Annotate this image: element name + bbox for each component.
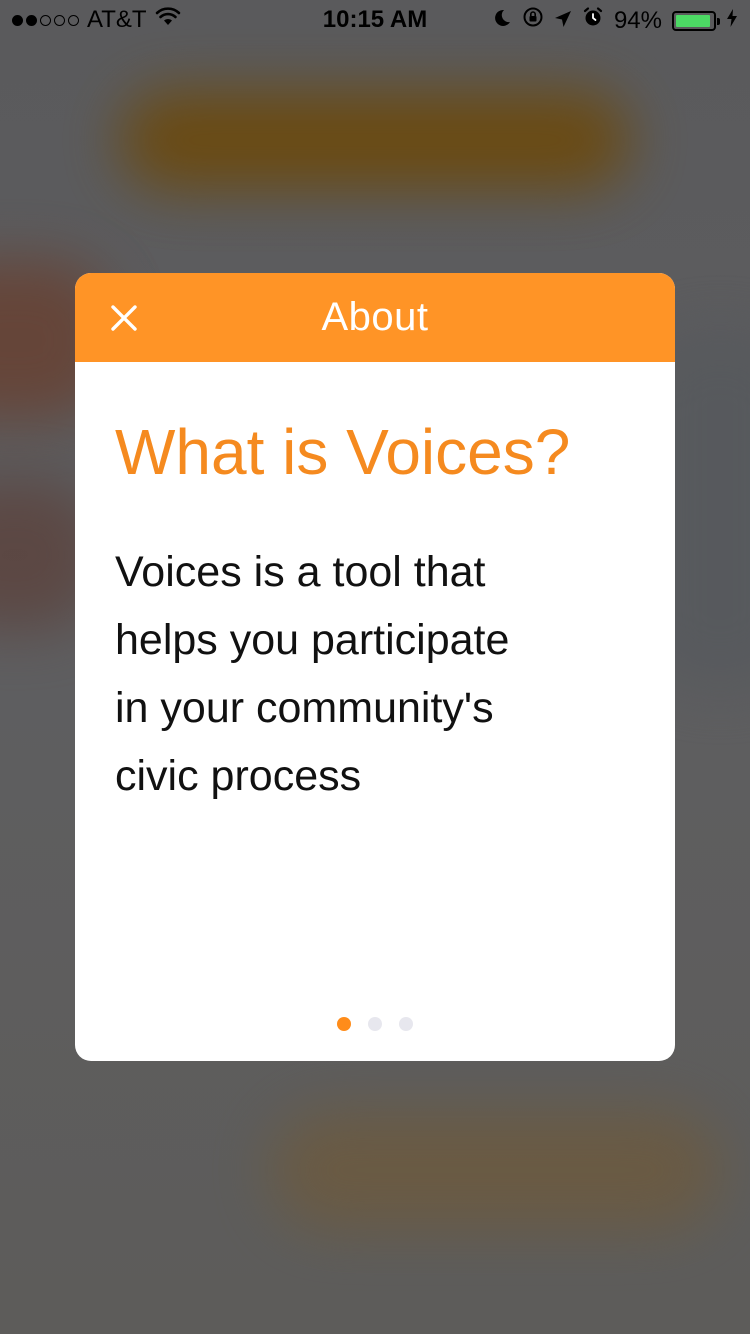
blurred-shape: [270, 1110, 720, 1230]
status-bar-right: 94%: [492, 6, 738, 35]
description-line: helps you participate: [115, 616, 510, 664]
page-headline: What is Voices?: [115, 416, 571, 488]
page-dot[interactable]: [399, 1017, 413, 1031]
modal-header: About: [75, 273, 675, 362]
about-modal: About What is Voices? Voices is a tool t…: [75, 273, 675, 1061]
location-arrow-icon: [554, 7, 572, 35]
alarm-icon: [582, 6, 604, 35]
description-line: civic process: [115, 752, 362, 800]
page-indicator[interactable]: [75, 1017, 675, 1031]
close-icon[interactable]: [105, 299, 143, 337]
description-line: in your community's: [115, 684, 494, 732]
charging-bolt-icon: [726, 7, 738, 35]
moon-icon: [492, 7, 512, 35]
battery-percent: 94%: [613, 6, 662, 34]
page-dot[interactable]: [337, 1017, 351, 1031]
modal-title: About: [321, 295, 429, 339]
blurred-shape: [120, 90, 630, 190]
battery-icon: [672, 10, 720, 31]
battery-fill: [676, 14, 710, 27]
modal-body: What is Voices? Voices is a tool that he…: [75, 362, 675, 810]
page-dot[interactable]: [368, 1017, 382, 1031]
description-text: Voices is a tool that helps you particip…: [115, 538, 615, 810]
description-line: Voices is a tool that: [115, 548, 486, 596]
orientation-lock-icon: [522, 6, 544, 35]
close-button[interactable]: [105, 299, 143, 337]
status-bar: AT&T 10:15 AM 94%: [0, 0, 750, 40]
